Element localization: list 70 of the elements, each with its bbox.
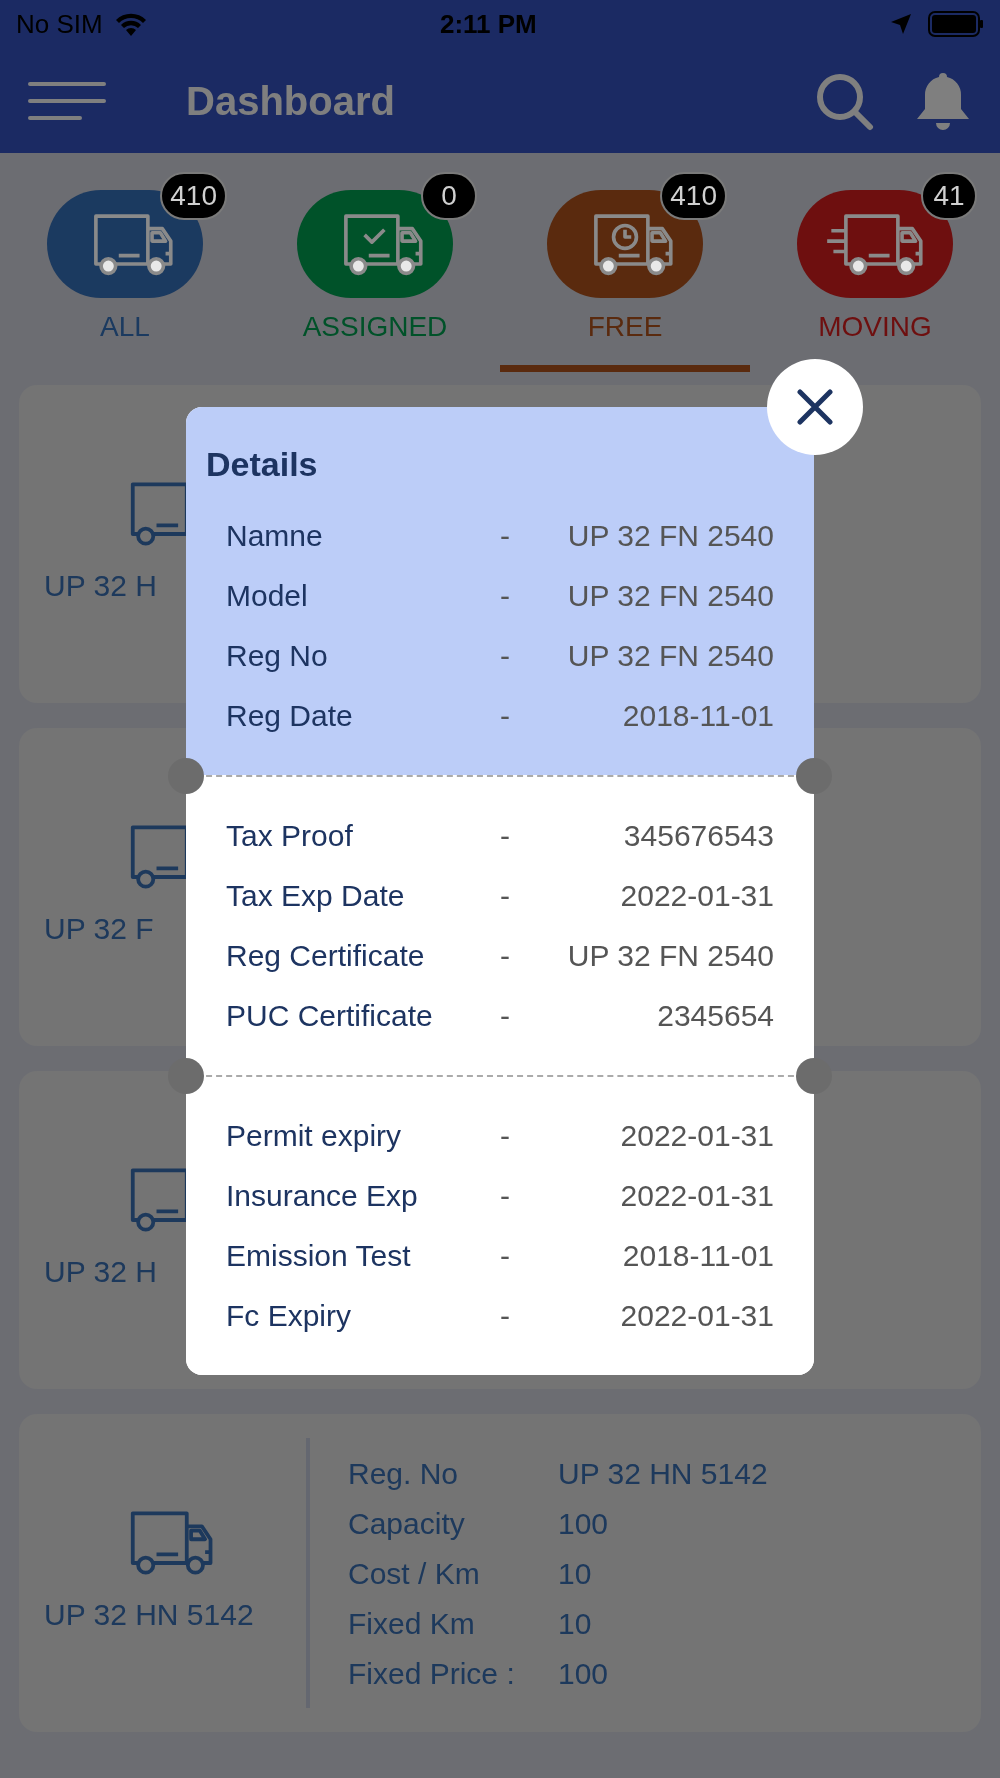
field-value: 10: [558, 1605, 592, 1642]
detail-label: Tax Exp Date: [226, 877, 406, 914]
detail-value: 2345654: [656, 997, 774, 1034]
detail-label: Reg Certificate: [226, 937, 426, 974]
dialog-title: Details: [206, 443, 319, 485]
field-label: Reg. No: [348, 1455, 460, 1492]
detail-label: PUC Certificate: [226, 997, 434, 1034]
detail-label: Tax Proof: [226, 817, 354, 854]
ticket-notch: [168, 1058, 204, 1094]
detail-value: 2022-01-31: [619, 877, 774, 914]
field-value: 100: [558, 1505, 609, 1542]
detail-label: Model: [226, 577, 309, 614]
plate-text: UP 32 H: [44, 567, 157, 604]
detail-value: 2022-01-31: [619, 1117, 774, 1154]
field-value: UP 32 HN 5142: [558, 1455, 768, 1492]
detail-separator: -: [500, 1237, 511, 1274]
detail-value: 2022-01-31: [619, 1177, 774, 1214]
detail-separator: -: [500, 937, 511, 974]
detail-value: UP 32 FN 2540: [566, 577, 774, 614]
detail-separator: -: [500, 817, 511, 854]
clock-text: 2:11 PM: [438, 7, 538, 41]
detail-value: UP 32 FN 2540: [566, 517, 774, 554]
plate-text: UP 32 HN 5142: [44, 1596, 254, 1633]
detail-separator: -: [500, 637, 511, 674]
carrier-text: No SIM: [16, 7, 103, 41]
field-value: 100: [558, 1655, 609, 1692]
detail-separator: -: [500, 1177, 511, 1214]
detail-value: 345676543: [622, 817, 774, 854]
detail-value: 2018-11-01: [621, 1237, 774, 1274]
menu-icon[interactable]: [28, 80, 106, 121]
plate-text: UP 32 F: [44, 910, 154, 947]
count-badge: 410: [160, 172, 227, 220]
filter-tab[interactable]: 41 MOVING: [750, 153, 1000, 372]
bell-icon[interactable]: [914, 70, 972, 131]
detail-value: UP 32 FN 2540: [566, 637, 774, 674]
detail-separator: -: [500, 997, 511, 1034]
count-badge: 410: [660, 172, 727, 220]
close-icon: [797, 389, 833, 425]
detail-label: Permit expiry: [226, 1117, 403, 1154]
detail-label: Reg Date: [226, 697, 354, 734]
count-badge: 41: [921, 172, 977, 220]
detail-separator: -: [500, 1117, 511, 1154]
wifi-icon: [114, 12, 147, 36]
detail-separator: -: [500, 877, 511, 914]
field-label: Capacity: [348, 1505, 466, 1542]
detail-label: Reg No: [226, 637, 329, 674]
detail-label: Namne: [226, 517, 324, 554]
plate-text: UP 32 H: [44, 1253, 157, 1290]
ticket-notch: [796, 1058, 832, 1094]
detail-value: 2022-01-31: [619, 1297, 774, 1334]
filter-tab[interactable]: 410 ALL: [0, 153, 250, 372]
detail-separator: -: [500, 1297, 511, 1334]
detail-separator: -: [500, 517, 511, 554]
detail-label: Emission Test: [226, 1237, 412, 1274]
location-icon: [890, 13, 912, 35]
filter-tab[interactable]: 410 FREE: [500, 153, 750, 372]
battery-icon: [928, 11, 984, 37]
detail-label: Fc Expiry: [226, 1297, 352, 1334]
field-label: Fixed Km: [348, 1605, 476, 1642]
header-title: Dashboard: [186, 77, 396, 125]
detail-separator: -: [500, 577, 511, 614]
filter-tab[interactable]: 0 ASSIGNED: [250, 153, 500, 372]
field-label: Fixed Price :: [348, 1655, 516, 1692]
detail-value: 2018-11-01: [621, 697, 774, 734]
field-label: Cost / Km: [348, 1555, 481, 1592]
field-value: 10: [558, 1555, 592, 1592]
detail-value: UP 32 FN 2540: [566, 937, 774, 974]
detail-label: Insurance Exp: [226, 1177, 419, 1214]
detail-separator: -: [500, 697, 511, 734]
count-badge: 0: [421, 172, 477, 220]
